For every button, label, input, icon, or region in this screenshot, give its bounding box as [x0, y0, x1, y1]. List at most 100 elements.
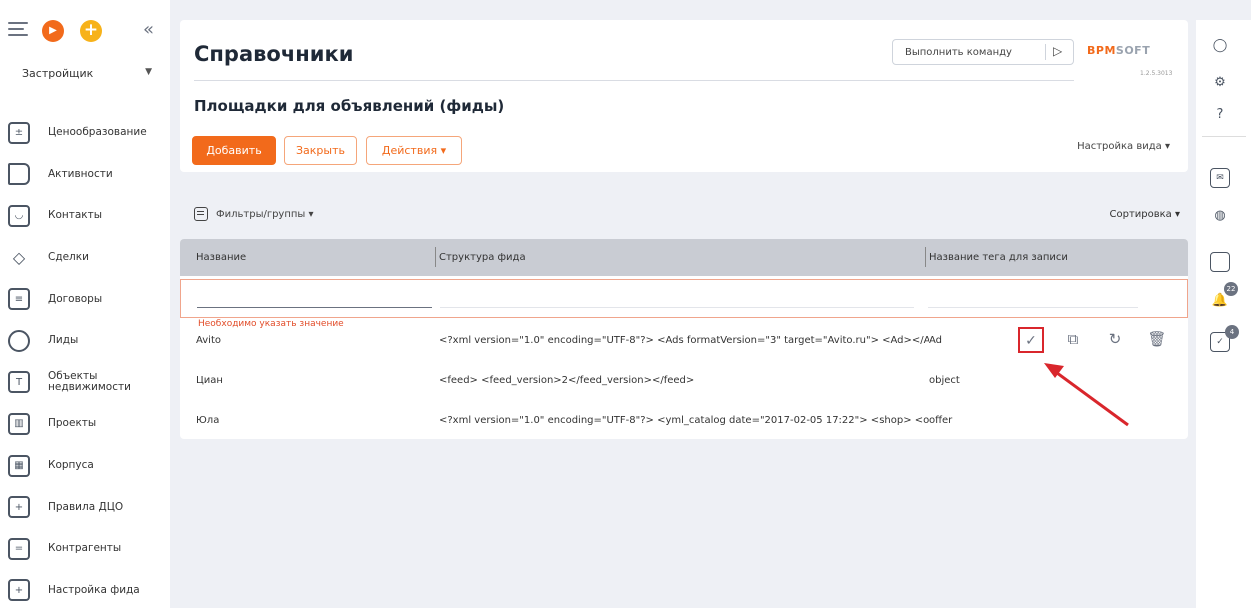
table-row[interactable]: Юла <?xml version="1.0" encoding="UTF-8"…: [180, 415, 1188, 439]
chevron-down-icon: ▼: [145, 67, 152, 77]
row-actions: ✓ ⧉ ↻ 🗑: [1018, 327, 1188, 353]
building-icon: ▦: [8, 454, 30, 477]
sidebar-item-leads[interactable]: Лиды: [0, 320, 170, 362]
notification-badge: 22: [1224, 282, 1238, 296]
chat-icon[interactable]: ◍: [1210, 205, 1230, 225]
tag-input[interactable]: [928, 307, 1138, 308]
main-panel: Справочники Выполнить команду ▷ BPMSOFT …: [180, 20, 1188, 172]
mail-icon[interactable]: ✉: [1210, 168, 1230, 188]
run-command-icon[interactable]: ▷: [1053, 44, 1062, 58]
sidebar-item-projects[interactable]: ▥ Проекты: [0, 403, 170, 445]
sidebar-item-property[interactable]: T Объекты недвижимости: [0, 362, 170, 404]
tasks-icon[interactable]: ✓ 4: [1210, 325, 1239, 352]
table-row[interactable]: Циан <feed> <feed_version>2</feed_versio…: [180, 375, 1188, 415]
sort-button[interactable]: Сортировка ▾: [1110, 209, 1181, 220]
handshake-icon: ◇: [12, 248, 26, 268]
column-header-structure[interactable]: Структура фида: [439, 252, 526, 263]
contact-icon: ◡: [8, 204, 30, 227]
actions-button[interactable]: Действия ▾: [366, 136, 462, 165]
rightbar-divider: [1202, 136, 1246, 137]
logo-part2: SOFT: [1115, 44, 1151, 57]
version-label: 1.2.5.3013: [1140, 70, 1173, 77]
sidebar-nav: ± Ценообразование Активности ◡ Контакты …: [0, 112, 170, 608]
column-separator: [435, 247, 436, 267]
section-title: Площадки для объявлений (фиды): [194, 97, 505, 115]
command-placeholder: Выполнить команду: [905, 47, 1012, 58]
feed-settings-icon: +: [8, 579, 30, 602]
cell-tag: offer: [929, 415, 953, 426]
contract-icon: ≡: [8, 288, 30, 311]
sidebar-item-label: Корпуса: [48, 459, 94, 472]
close-button[interactable]: Закрыть: [284, 136, 357, 165]
grid-header: Название Структура фида Название тега дл…: [180, 239, 1188, 276]
menu-icon[interactable]: [8, 22, 28, 38]
counterparty-icon: =: [8, 537, 30, 560]
sidebar-item-counterparties[interactable]: = Контрагенты: [0, 528, 170, 570]
filters-button[interactable]: Фильтры/группы ▾: [194, 207, 314, 221]
collapse-icon[interactable]: «: [143, 20, 154, 40]
sidebar-item-label: Проекты: [48, 417, 97, 430]
save-check-icon[interactable]: ✓: [1018, 327, 1044, 353]
page-title: Справочники: [194, 42, 354, 66]
sidebar-item-label: Контрагенты: [48, 542, 122, 555]
sidebar-item-label: Активности: [48, 167, 113, 180]
sidebar-item-label: Правила ДЦО: [48, 500, 124, 513]
filter-icon: [194, 207, 208, 221]
command-divider: [1045, 44, 1046, 60]
structure-input[interactable]: [440, 307, 914, 308]
gear-icon[interactable]: ⚙: [1210, 72, 1230, 92]
data-grid: Название Структура фида Название тега дл…: [180, 239, 1188, 439]
cell-tag: object: [929, 375, 960, 386]
cell-structure: <?xml version="1.0" encoding="UTF-8"?> <…: [439, 335, 929, 346]
delete-icon[interactable]: 🗑: [1144, 327, 1170, 353]
sidebar-item-contacts[interactable]: ◡ Контакты: [0, 195, 170, 237]
cell-tag: Ad: [929, 335, 943, 346]
view-settings-button[interactable]: Настройка вида ▾: [1077, 141, 1170, 152]
column-separator: [925, 247, 926, 267]
notifications-icon[interactable]: 🔔 22: [1210, 282, 1238, 310]
user-profile-icon[interactable]: ◯: [1210, 35, 1230, 55]
workplace-select[interactable]: Застройщик ▼: [22, 67, 152, 80]
command-input[interactable]: Выполнить команду ▷: [892, 39, 1074, 65]
logo: BPMSOFT: [1087, 44, 1150, 57]
property-icon: T: [8, 371, 30, 394]
refresh-icon[interactable]: ↻: [1102, 327, 1128, 353]
tasks-badge: 4: [1225, 325, 1239, 339]
sidebar-item-deals[interactable]: ◇ Сделки: [0, 237, 170, 279]
filters-label: Фильтры/группы ▾: [216, 208, 314, 220]
sidebar-item-label: Ценообразование: [48, 126, 147, 139]
validation-error: Необходимо указать значение: [198, 319, 348, 329]
grid-area: Фильтры/группы ▾ Сортировка ▾ Название С…: [180, 195, 1188, 440]
column-header-name[interactable]: Название: [196, 252, 246, 263]
left-sidebar: ▶ + « Застройщик ▼ ± Ценообразование Акт…: [0, 0, 170, 608]
add-icon[interactable]: +: [80, 20, 102, 42]
sidebar-item-rules[interactable]: + Правила ДЦО: [0, 486, 170, 528]
logo-part1: BPM: [1087, 44, 1116, 57]
copy-icon[interactable]: ⧉: [1060, 327, 1086, 353]
sidebar-item-activities[interactable]: Активности: [0, 154, 170, 196]
sidebar-item-label: Лиды: [48, 334, 79, 347]
cell-structure: <feed> <feed_version>2</feed_version></f…: [439, 375, 695, 386]
sidebar-item-pricing[interactable]: ± Ценообразование: [0, 112, 170, 154]
sidebar-item-label: Настройка фида: [48, 583, 140, 596]
sidebar-item-contracts[interactable]: ≡ Договоры: [0, 278, 170, 320]
column-header-tag[interactable]: Название тега для записи: [929, 252, 1068, 263]
cell-structure: <?xml version="1.0" encoding="UTF-8"?> <…: [439, 415, 929, 426]
sidebar-item-label: Договоры: [48, 292, 103, 305]
sidebar-item-label: Сделки: [48, 251, 89, 264]
sidebar-item-buildings[interactable]: ▦ Корпуса: [0, 445, 170, 487]
cell-name: Юла: [196, 415, 220, 426]
comments-icon[interactable]: [1210, 252, 1230, 272]
sidebar-item-feed-settings[interactable]: + Настройка фида: [0, 570, 170, 608]
run-process-icon[interactable]: ▶: [42, 20, 64, 42]
flag-icon: [8, 163, 30, 186]
leads-icon: [8, 329, 30, 352]
pricing-icon: ±: [8, 121, 30, 144]
help-icon[interactable]: ?: [1210, 104, 1230, 124]
add-button[interactable]: Добавить: [192, 136, 276, 165]
name-input[interactable]: [197, 307, 432, 308]
projects-icon: ▥: [8, 412, 30, 435]
cell-name: Циан: [196, 375, 223, 386]
sidebar-toolbar: ▶ + «: [8, 20, 163, 42]
sidebar-item-label: Контакты: [48, 209, 103, 222]
